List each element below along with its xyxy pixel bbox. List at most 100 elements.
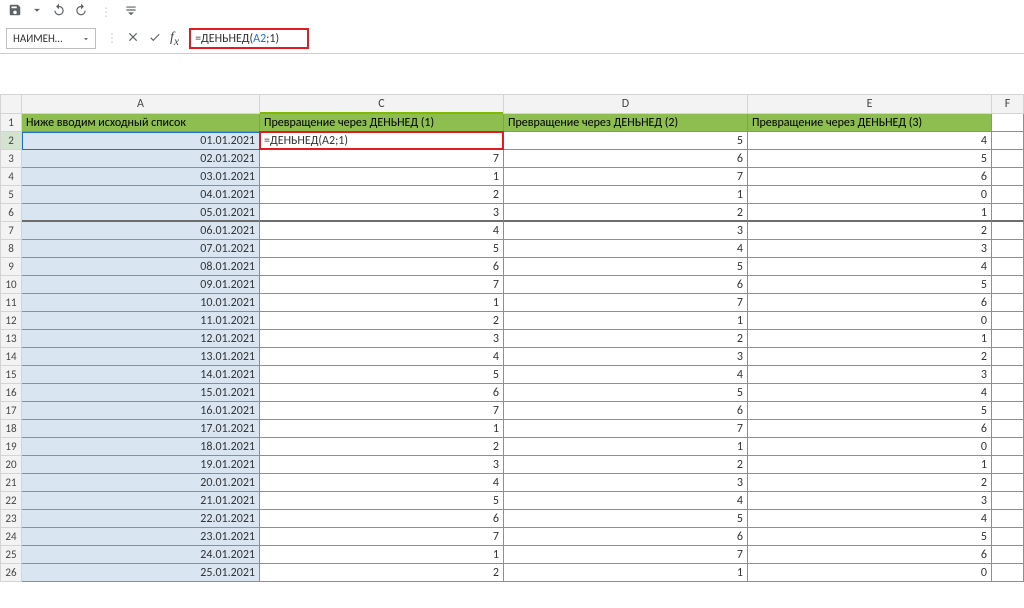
row-header[interactable]: 17 [0, 402, 22, 420]
cell[interactable]: 3 [260, 204, 504, 222]
row-header[interactable]: 7 [0, 222, 22, 240]
cell[interactable] [992, 312, 1024, 330]
cell[interactable]: 3 [748, 492, 992, 510]
cell[interactable]: 6 [748, 294, 992, 312]
row-header[interactable]: 24 [0, 528, 22, 546]
row-header[interactable]: 9 [0, 258, 22, 276]
cell[interactable] [992, 168, 1024, 186]
chevron-down-icon[interactable] [30, 3, 44, 21]
cell[interactable]: 1 [504, 312, 748, 330]
cell[interactable] [992, 546, 1024, 564]
cell[interactable] [992, 438, 1024, 456]
cell[interactable]: 04.01.2021 [22, 186, 260, 204]
cell[interactable]: 5 [504, 132, 748, 150]
select-all-corner[interactable] [0, 94, 22, 114]
cell[interactable]: 6 [260, 384, 504, 402]
cell[interactable] [992, 150, 1024, 168]
cell[interactable] [992, 294, 1024, 312]
cell[interactable]: 2 [504, 456, 748, 474]
cell[interactable]: 5 [748, 528, 992, 546]
cell[interactable]: 2 [260, 186, 504, 204]
spreadsheet-grid[interactable]: ACDEF1Ниже вводим исходный списокПревращ… [0, 94, 1024, 582]
cell[interactable] [992, 456, 1024, 474]
editing-cell[interactable]: =ДЕНЬНЕД(A2;1) [260, 132, 504, 150]
cell[interactable] [992, 222, 1024, 240]
cell[interactable]: 12.01.2021 [22, 330, 260, 348]
cell[interactable]: 19.01.2021 [22, 456, 260, 474]
cell[interactable] [992, 330, 1024, 348]
column-header[interactable]: D [504, 94, 748, 114]
cell[interactable]: 2 [748, 222, 992, 240]
row-header[interactable]: 18 [0, 420, 22, 438]
cell[interactable] [992, 528, 1024, 546]
cell[interactable]: 3 [260, 330, 504, 348]
cell[interactable]: 6 [260, 510, 504, 528]
cell[interactable]: 2 [748, 348, 992, 366]
cell[interactable] [992, 186, 1024, 204]
row-header[interactable]: 12 [0, 312, 22, 330]
cell[interactable] [992, 384, 1024, 402]
cell[interactable]: 5 [504, 258, 748, 276]
cell[interactable]: 6 [504, 528, 748, 546]
cell[interactable]: 3 [504, 348, 748, 366]
cell[interactable]: 3 [260, 456, 504, 474]
cell[interactable]: 21.01.2021 [22, 492, 260, 510]
cell[interactable] [992, 510, 1024, 528]
undo-icon[interactable] [52, 3, 66, 21]
cell[interactable] [992, 420, 1024, 438]
row-header[interactable]: 11 [0, 294, 22, 312]
cell[interactable]: 16.01.2021 [22, 402, 260, 420]
cell[interactable] [992, 276, 1024, 294]
cell[interactable]: 1 [748, 330, 992, 348]
insert-function-icon[interactable]: fx [170, 30, 179, 48]
cell[interactable]: 15.01.2021 [22, 384, 260, 402]
row-header[interactable]: 16 [0, 384, 22, 402]
cell[interactable]: 13.01.2021 [22, 348, 260, 366]
row-header[interactable]: 19 [0, 438, 22, 456]
cell[interactable]: 1 [504, 186, 748, 204]
cell[interactable]: 0 [748, 564, 992, 582]
row-header[interactable]: 20 [0, 456, 22, 474]
cell[interactable] [992, 204, 1024, 222]
cell[interactable] [992, 402, 1024, 420]
cell[interactable]: 3 [504, 474, 748, 492]
row-header[interactable]: 22 [0, 492, 22, 510]
cell[interactable]: 1 [260, 546, 504, 564]
row-header[interactable]: 3 [0, 150, 22, 168]
cell[interactable] [992, 474, 1024, 492]
cell[interactable]: 3 [504, 222, 748, 240]
cell[interactable]: 5 [260, 492, 504, 510]
formula-bar-input[interactable]: =ДЕНЬНЕД(A2;1) [189, 28, 309, 49]
cell[interactable]: 5 [748, 402, 992, 420]
row-header[interactable]: 25 [0, 546, 22, 564]
cell[interactable]: Превращение через ДЕНЬНЕД (3) [748, 114, 992, 132]
row-header[interactable]: 4 [0, 168, 22, 186]
cell[interactable]: 2 [260, 438, 504, 456]
cell[interactable]: 2 [260, 564, 504, 582]
column-header[interactable]: E [748, 94, 992, 114]
cell[interactable]: 14.01.2021 [22, 366, 260, 384]
cell[interactable]: 4 [748, 510, 992, 528]
cell[interactable]: 1 [748, 456, 992, 474]
row-header[interactable]: 1 [0, 114, 22, 132]
customize-qat-icon[interactable] [124, 3, 138, 21]
cell[interactable]: 05.01.2021 [22, 204, 260, 222]
cancel-icon[interactable] [126, 30, 140, 48]
cell[interactable]: 4 [504, 492, 748, 510]
row-header[interactable]: 10 [0, 276, 22, 294]
cell[interactable] [992, 366, 1024, 384]
cell[interactable]: 17.01.2021 [22, 420, 260, 438]
cell[interactable]: 7 [504, 420, 748, 438]
chevron-down-icon[interactable] [81, 34, 91, 44]
cell[interactable]: 03.01.2021 [22, 168, 260, 186]
cell[interactable]: 5 [504, 510, 748, 528]
cell[interactable]: 23.01.2021 [22, 528, 260, 546]
cell[interactable]: 07.01.2021 [22, 240, 260, 258]
cell[interactable]: 4 [748, 258, 992, 276]
save-icon[interactable] [8, 3, 22, 21]
cell[interactable]: Превращение через ДЕНЬНЕД (2) [504, 114, 748, 132]
cell[interactable]: 6 [748, 168, 992, 186]
cell[interactable] [992, 492, 1024, 510]
cell[interactable]: 5 [748, 276, 992, 294]
cell[interactable]: 2 [260, 312, 504, 330]
